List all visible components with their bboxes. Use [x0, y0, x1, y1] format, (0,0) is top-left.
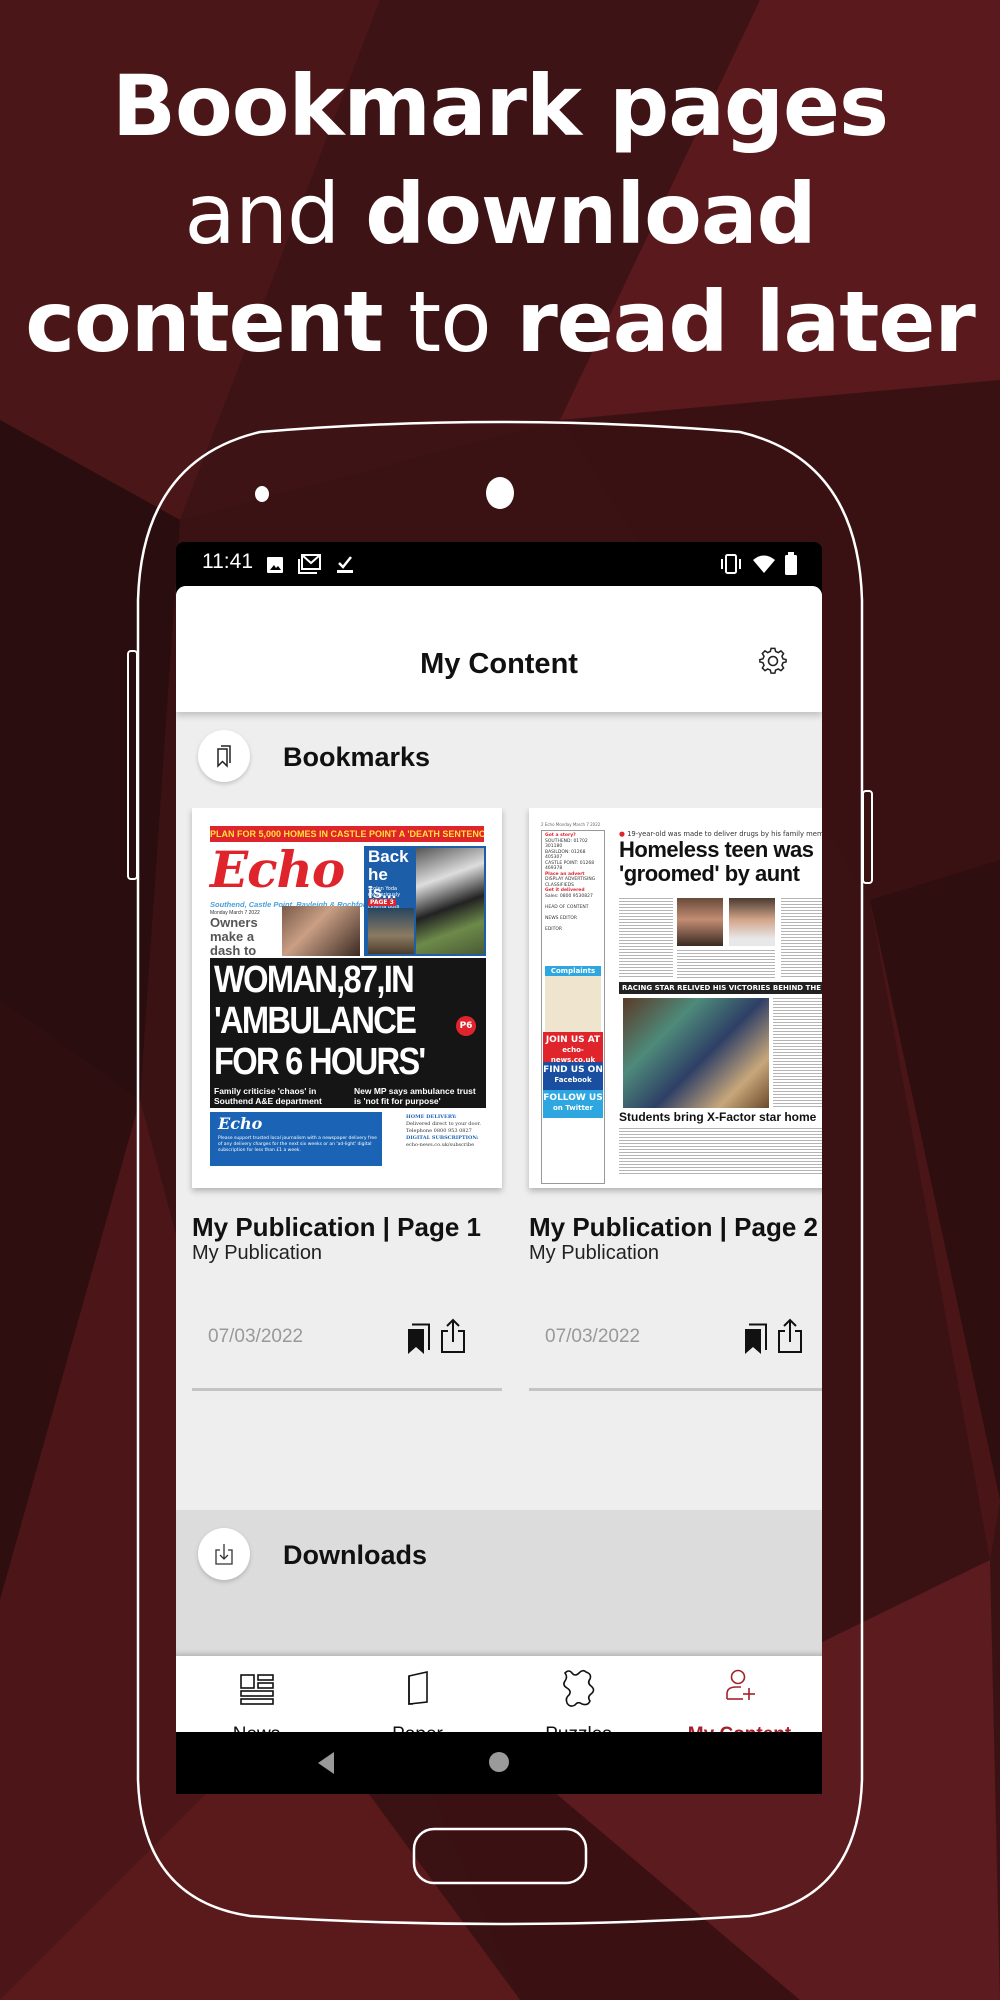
- promo-headline: Bookmark pages and download content to r…: [0, 52, 1000, 376]
- system-nav-bar: "recents-icon" data-interactable="true">: [176, 1732, 822, 1794]
- card-date: 07/03/2022: [208, 1326, 304, 1347]
- thumb-body-text: [619, 1128, 822, 1176]
- thumb-main-headline: WOMAN,87,IN 'AMBULANCE FOR 6 HOURS': [214, 959, 426, 1083]
- bookmark-filled-icon[interactable]: [743, 1323, 769, 1355]
- thumb-delivery: HOME DELIVERY: Delivered direct to your …: [406, 1114, 481, 1148]
- thumb-photo-cinema: [368, 908, 414, 954]
- thumb-find: FIND US ON Facebook: [543, 1062, 603, 1090]
- thumb-footer-text: Please support trusted local journalism …: [218, 1136, 377, 1153]
- thumb-join: JOIN US AT echo-news.co.uk: [543, 1032, 603, 1064]
- downloads-icon-circle: [198, 1528, 250, 1580]
- puzzle-icon: [563, 1669, 595, 1707]
- thumb-masthead: Echo: [210, 840, 345, 899]
- thumb-photo-racing: [623, 998, 769, 1108]
- paper-icon: [408, 1671, 428, 1705]
- thumb-complaints-body: [545, 976, 601, 1032]
- thumb-header: 2 Echo Monday March 7 2022: [541, 822, 601, 827]
- app-bar: My Content: [176, 586, 822, 712]
- card-publication: My Publication: [529, 1242, 660, 1264]
- thumb-main-tag: P6: [456, 1016, 476, 1036]
- thumb-complaints: Complaints: [545, 966, 601, 976]
- thumb-side-sub: Stolen Yoda mysteriously returned to cin…: [368, 886, 401, 910]
- card-divider: [529, 1388, 822, 1391]
- thumb-body-text: [781, 898, 822, 978]
- image-icon: [267, 557, 283, 573]
- app-content: My Content Bookmarks PLAN FOR 5,000 HOME…: [176, 586, 822, 1774]
- page-title: My Content: [420, 648, 578, 680]
- card-title[interactable]: My Publication | Page 1: [192, 1212, 481, 1243]
- thumb-body-text: [677, 950, 775, 978]
- bookmarks-label: Bookmarks: [283, 742, 431, 772]
- wifi-icon: [753, 555, 775, 573]
- download-icon: [215, 1544, 233, 1565]
- newspaper-front-page: PLAN FOR 5,000 HOMES IN CASTLE POINT A '…: [192, 808, 502, 1188]
- status-bar: 11:41: [176, 542, 822, 586]
- bookmarks-section-header[interactable]: Bookmarks: [176, 712, 822, 802]
- thumb-side-tag: PAGE 3: [368, 899, 396, 906]
- card-title[interactable]: My Publication | Page 2: [529, 1212, 818, 1243]
- thumb-footer-logo: Echo: [218, 1114, 263, 1133]
- promo-line-2: and download: [184, 165, 816, 263]
- promo-line-3: content to read later: [25, 273, 976, 371]
- downloads-label: Downloads: [283, 1540, 428, 1570]
- thumb-follow: FOLLOW US on Twitter: [543, 1090, 603, 1118]
- thumb-photo-dogs: [282, 906, 360, 956]
- downloads-section[interactable]: Downloads: [176, 1510, 822, 1656]
- share-icon[interactable]: [777, 1318, 803, 1354]
- battery-icon: [785, 552, 797, 575]
- thumb-headline: Homeless teen was 'groomed' by aunt: [619, 837, 814, 886]
- thumb-photo-yoda: [416, 848, 484, 954]
- thumb-strap: RACING STAR RELIVED HIS VICTORIES BEHIND…: [619, 982, 822, 994]
- bookmarks-carousel[interactable]: PLAN FOR 5,000 HOMES IN CASTLE POINT A '…: [176, 808, 822, 1408]
- thumb-body-text: [619, 898, 673, 978]
- thumb-bottom-headline: Students bring X-Factor star home: [619, 1110, 817, 1124]
- vibrate-icon: [721, 554, 741, 574]
- thumb-photo-mugshot: [729, 898, 775, 946]
- card-divider: [192, 1388, 502, 1391]
- page-thumbnail[interactable]: PLAN FOR 5,000 HOMES IN CASTLE POINT A '…: [192, 808, 502, 1188]
- card-publication: My Publication: [192, 1242, 323, 1264]
- news-icon: [240, 1674, 274, 1705]
- add-user-icon: [726, 1669, 755, 1700]
- share-icon[interactable]: [440, 1318, 466, 1354]
- gear-icon[interactable]: [759, 647, 787, 675]
- page-thumbnail[interactable]: 2 Echo Monday March 7 2022 Got a story? S…: [529, 808, 822, 1188]
- gmail-icon: [298, 554, 321, 574]
- task-done-icon: [337, 556, 353, 573]
- bookmark-filled-icon[interactable]: [406, 1323, 432, 1355]
- back-icon[interactable]: [314, 1750, 338, 1776]
- thumb-body-text: [773, 998, 822, 1108]
- downloads-section-header[interactable]: Downloads: [176, 1510, 822, 1600]
- promo-line-1: Bookmark pages: [112, 57, 889, 155]
- bookmark-icon: [217, 745, 231, 768]
- phone-screen: 11:41 My Content Bookmarks PLAN FOR 5,00…: [176, 542, 822, 1794]
- status-time: 11:41: [202, 550, 253, 573]
- home-icon[interactable]: [488, 1751, 510, 1773]
- bookmarks-icon-circle: [198, 730, 250, 782]
- thumb-photo-mugshot: [677, 898, 723, 946]
- card-date: 07/03/2022: [545, 1326, 641, 1347]
- newspaper-page-2: 2 Echo Monday March 7 2022 Got a story? S…: [529, 808, 822, 1188]
